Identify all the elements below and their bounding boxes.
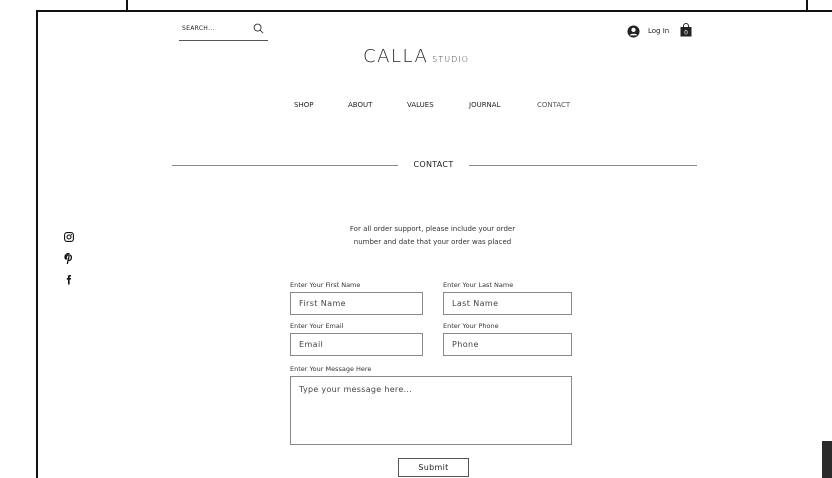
pinterest-link[interactable] (64, 253, 76, 264)
search-placeholder: SEARCH... (182, 25, 215, 32)
brand-subtitle: STUDIO (432, 55, 469, 64)
section-divider (469, 165, 697, 166)
instagram-icon (64, 232, 74, 242)
section-title: CONTACT (413, 160, 454, 169)
nav-item-values[interactable]: VALUES (407, 101, 434, 109)
shopping-bag-icon: 0 (680, 23, 692, 37)
nav-item-shop[interactable]: SHOP (294, 101, 313, 109)
phone-field[interactable]: Phone (443, 333, 572, 356)
email-field[interactable]: Email (290, 333, 423, 356)
brand-name: CALLA (363, 46, 429, 67)
email-label: Enter Your Email (290, 322, 344, 330)
first-name-label: Enter Your First Name (290, 281, 361, 289)
cart-button[interactable]: 0 (680, 22, 692, 37)
facebook-link[interactable] (64, 274, 76, 285)
login-label: Log In (648, 27, 670, 35)
note-line: number and date that your order was plac… (353, 238, 512, 246)
first-name-field[interactable]: First Name (290, 292, 423, 315)
last-name-field[interactable]: Last Name (443, 292, 572, 315)
brand-logo[interactable]: CALLA STUDIO (0, 46, 832, 67)
login-button[interactable]: Log In (627, 23, 669, 39)
frame-divider (806, 0, 808, 12)
note-line: For all order support, please include yo… (349, 225, 516, 233)
nav-item-about[interactable]: ABOUT (348, 101, 372, 109)
phone-label: Enter Your Phone (443, 322, 499, 330)
user-avatar-icon (627, 24, 640, 38)
cart-count: 0 (684, 30, 688, 37)
pinterest-icon (64, 253, 73, 264)
order-support-note: For all order support, please include yo… (300, 223, 565, 249)
frame-divider (126, 0, 128, 12)
message-label: Enter Your Message Here (290, 365, 372, 373)
search-icon[interactable] (253, 23, 264, 34)
message-field[interactable]: Type your message here... (290, 376, 572, 445)
section-divider (172, 165, 398, 166)
search-input[interactable]: SEARCH... (179, 22, 268, 41)
chat-widget-tab[interactable] (822, 441, 832, 478)
nav-item-journal[interactable]: JOURNAL (469, 101, 501, 109)
submit-button[interactable]: Submit (398, 458, 469, 477)
last-name-label: Enter Your Last Name (443, 281, 514, 289)
facebook-icon (66, 275, 71, 285)
instagram-link[interactable] (64, 232, 76, 242)
nav-item-contact[interactable]: CONTACT (537, 101, 570, 109)
